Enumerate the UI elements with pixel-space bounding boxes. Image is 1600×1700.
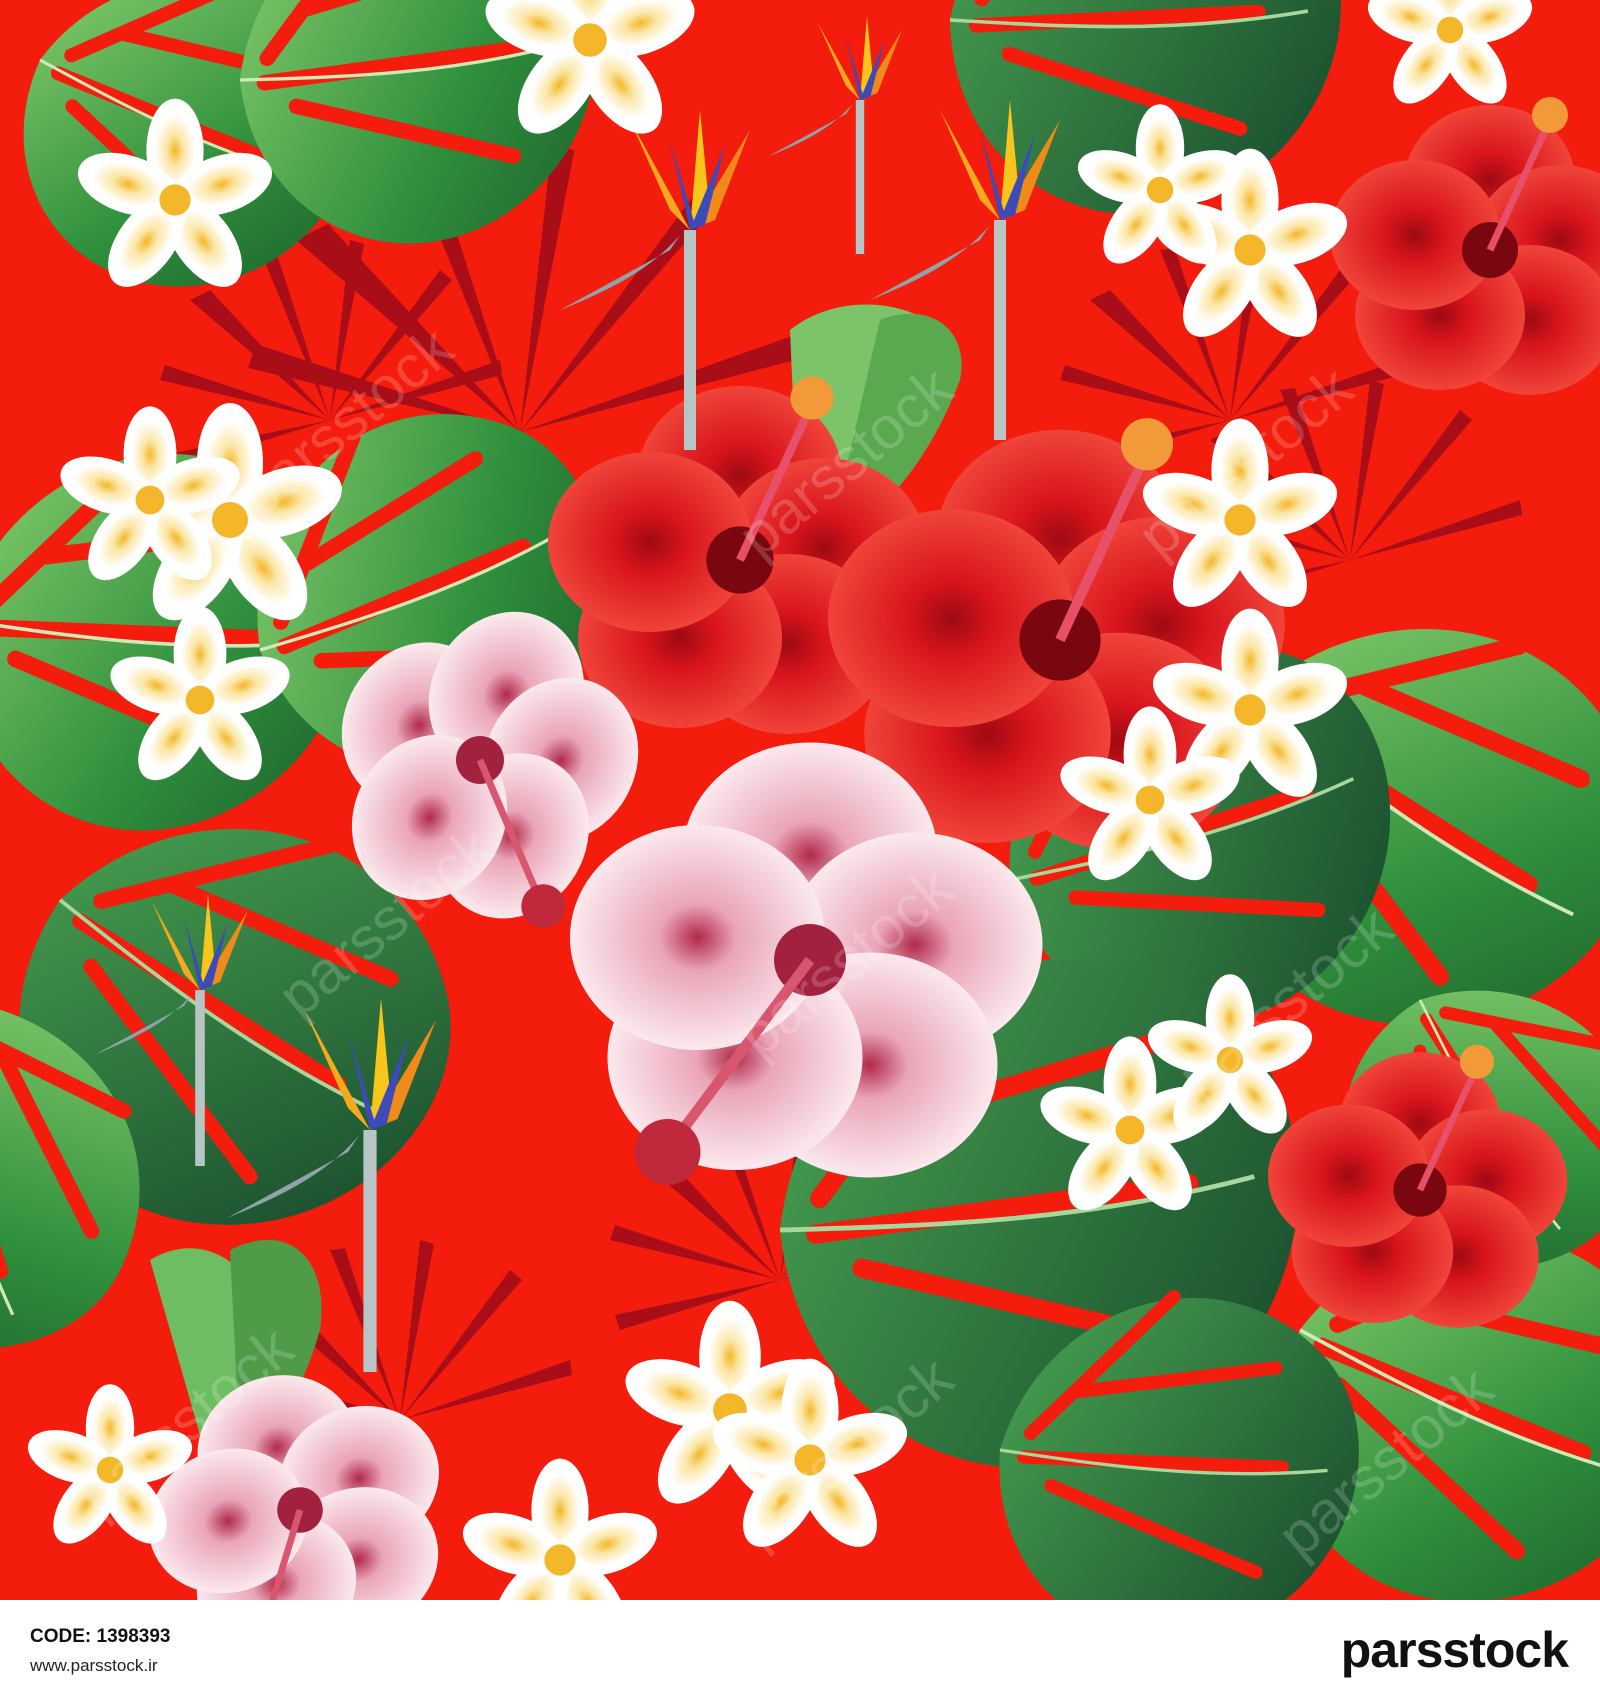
stock-footer: CODE: 1398393 www.parsstock.ir parsstock [0, 1600, 1600, 1700]
site-url: www.parsstock.ir [30, 1656, 158, 1675]
tropical-floral-pattern: parsstock parsstock parsstock parsstock … [0, 0, 1600, 1600]
brand-logo: parsstock [1340, 1618, 1569, 1682]
brand-name: parsstock [1340, 1622, 1569, 1678]
pattern-svg: parsstock parsstock parsstock parsstock … [0, 0, 1600, 1600]
code-label: CODE: [30, 1626, 92, 1647]
code-value: 1398393 [96, 1626, 171, 1647]
image-canvas: parsstock parsstock parsstock parsstock … [0, 0, 1600, 1700]
image-code: CODE: 1398393 [30, 1626, 170, 1648]
